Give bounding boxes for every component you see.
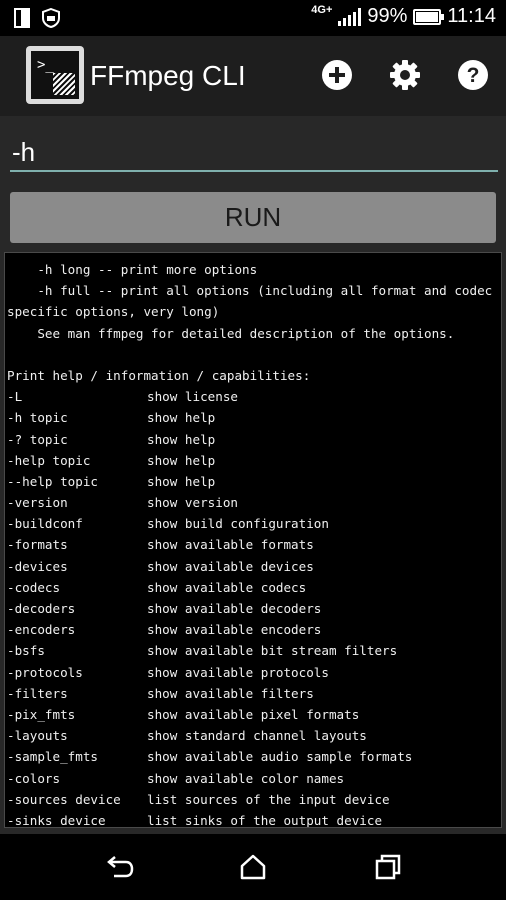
network-type: 4G+ bbox=[311, 4, 333, 16]
option-name: -help topic bbox=[7, 452, 91, 468]
option-description: show available formats bbox=[147, 537, 314, 553]
output-option-line: -devices show available devices bbox=[7, 556, 499, 577]
output-option-line: -decoders show available decoders bbox=[7, 598, 499, 619]
output-text-line: See man ffmpeg for detailed description … bbox=[7, 325, 455, 341]
output-option-line: -sinks device list sinks of the output de… bbox=[7, 810, 499, 828]
option-description: show help bbox=[147, 410, 216, 426]
option-name: -codecs bbox=[7, 579, 61, 595]
status-right: 4G+ 99% 11:14 bbox=[311, 5, 496, 28]
sim-icon bbox=[14, 8, 30, 28]
option-description: show available protocols bbox=[147, 664, 329, 680]
option-description: show available audio sample formats bbox=[147, 749, 413, 765]
output-text-line bbox=[7, 344, 499, 365]
option-name: -formats bbox=[7, 537, 68, 553]
option-description: show license bbox=[147, 389, 238, 405]
output-lines: -h long -- print more options -h full --… bbox=[7, 259, 499, 828]
home-icon[interactable] bbox=[238, 852, 268, 882]
output-text-line: Print help / information / capabilities: bbox=[7, 367, 311, 383]
option-description: show standard channel layouts bbox=[147, 728, 367, 744]
output-option-line: -encoders show available encoders bbox=[7, 619, 499, 640]
output-option-line: -buildconf show build configuration bbox=[7, 513, 499, 534]
clock: 11:14 bbox=[447, 5, 496, 27]
output-option-line: -layouts show standard channel layouts bbox=[7, 725, 499, 746]
app-logo-icon: >_ bbox=[26, 46, 84, 104]
output-option-line: -help topic show help bbox=[7, 450, 499, 471]
output-option-line: -codecs show available codecs bbox=[7, 577, 499, 598]
signal-icon bbox=[338, 7, 362, 26]
app-bar: >_ FFmpeg CLI ? bbox=[0, 36, 506, 116]
option-description: show available decoders bbox=[147, 601, 322, 616]
option-name: -version bbox=[7, 495, 68, 511]
option-description: show available bit stream filters bbox=[147, 643, 398, 659]
output-option-line: -sample_fmts show available audio sample … bbox=[7, 746, 499, 767]
output-option-line: -protocols show available protocols bbox=[7, 662, 499, 683]
option-name: -buildconf bbox=[7, 516, 83, 532]
output-option-line: -pix_fmts show available pixel formats bbox=[7, 704, 499, 725]
option-description: show available filters bbox=[147, 685, 314, 701]
option-name: -L bbox=[7, 389, 23, 405]
option-name: -decoders bbox=[7, 601, 76, 616]
command-area bbox=[0, 116, 506, 194]
option-description: list sources of the input device bbox=[147, 791, 390, 807]
option-name: -encoders bbox=[7, 622, 76, 638]
output-option-line: -? topic show help bbox=[7, 429, 499, 450]
option-name: -sample_fmts bbox=[7, 749, 98, 765]
output-option-line: --help topic show help bbox=[7, 471, 499, 492]
battery-percent: 99% bbox=[367, 5, 408, 27]
run-button[interactable]: RUN bbox=[10, 192, 496, 243]
option-name: -devices bbox=[7, 558, 68, 574]
output-option-line: -h topic show help bbox=[7, 407, 499, 428]
recents-icon[interactable] bbox=[373, 852, 403, 882]
output-text-line: -h long -- print more options bbox=[7, 262, 258, 277]
option-name: -? topic bbox=[7, 431, 68, 447]
output-text-line: -h full -- print all options (including … bbox=[7, 283, 493, 299]
option-description: show help bbox=[147, 452, 216, 468]
svg-text:?: ? bbox=[467, 64, 480, 87]
output-option-line: -formats show available formats bbox=[7, 534, 499, 555]
battery-icon bbox=[413, 8, 445, 25]
settings-icon[interactable] bbox=[389, 59, 421, 91]
add-icon[interactable] bbox=[321, 59, 353, 91]
help-icon[interactable]: ? bbox=[457, 59, 489, 91]
option-description: show help bbox=[147, 431, 216, 447]
option-description: show available pixel formats bbox=[147, 706, 360, 722]
command-input[interactable] bbox=[10, 134, 498, 172]
option-name: -sources device bbox=[7, 791, 121, 807]
option-name: -h topic bbox=[7, 410, 68, 426]
option-description: list sinks of the output device bbox=[147, 812, 383, 828]
back-icon[interactable] bbox=[104, 852, 134, 882]
option-description: show version bbox=[147, 495, 238, 511]
output-option-line: -version show version bbox=[7, 492, 499, 513]
option-name: -pix_fmts bbox=[7, 706, 76, 722]
option-description: show help bbox=[147, 473, 216, 489]
output-option-line: -L show license bbox=[7, 386, 499, 407]
option-name: -sinks device bbox=[7, 812, 106, 828]
option-description: show available devices bbox=[147, 558, 314, 574]
option-name: --help topic bbox=[7, 473, 98, 489]
app-title: FFmpeg CLI bbox=[90, 60, 246, 91]
output-option-line: -colors show available color names bbox=[7, 768, 499, 789]
option-description: show available codecs bbox=[147, 579, 307, 595]
output-text-line: specific options, very long) bbox=[7, 304, 220, 320]
status-bar: 4G+ 99% 11:14 bbox=[0, 0, 506, 36]
output-option-line: -filters show available filters bbox=[7, 683, 499, 704]
option-name: -filters bbox=[7, 685, 68, 701]
output-option-line: -sources device list sources of the input… bbox=[7, 789, 499, 810]
status-left-icons bbox=[14, 8, 60, 28]
option-name: -colors bbox=[7, 770, 61, 786]
option-name: -protocols bbox=[7, 664, 83, 680]
output-console[interactable]: -h long -- print more options -h full --… bbox=[4, 252, 502, 828]
option-description: show available encoders bbox=[147, 622, 322, 638]
option-name: -bsfs bbox=[7, 643, 45, 659]
option-description: show available color names bbox=[147, 770, 345, 786]
option-name: -layouts bbox=[7, 728, 68, 744]
shield-icon bbox=[42, 8, 60, 28]
output-option-line: -bsfs show available bit stream filters bbox=[7, 640, 499, 661]
option-description: show build configuration bbox=[147, 516, 329, 532]
navigation-bar bbox=[0, 834, 506, 900]
